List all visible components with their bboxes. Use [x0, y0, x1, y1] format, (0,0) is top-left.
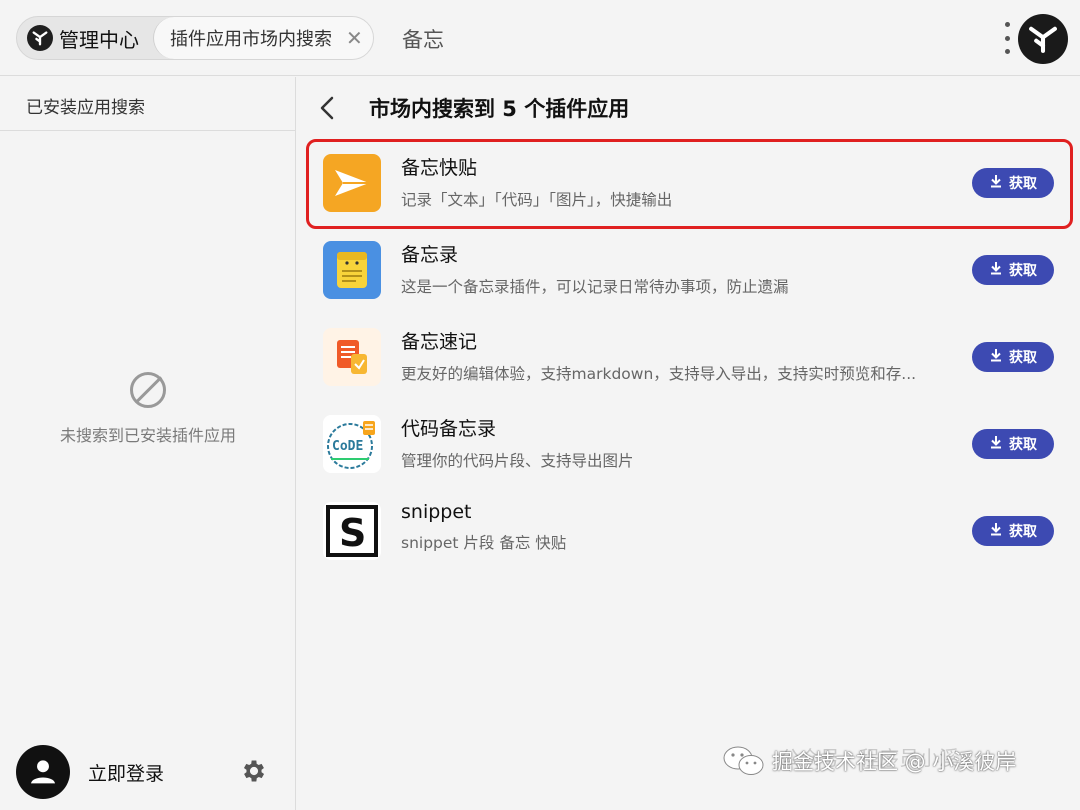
- get-button-label: 获取: [1009, 175, 1037, 192]
- item-name: 备忘录: [401, 244, 459, 266]
- get-button[interactable]: 获取: [972, 428, 1054, 459]
- item-name: snippet: [401, 501, 472, 523]
- get-button[interactable]: 获取: [972, 515, 1054, 546]
- back-arrow-icon[interactable]: [319, 93, 343, 123]
- item-name: 备忘快贴: [401, 157, 478, 179]
- sidebar: 已安装应用搜索 未搜索到已安装插件应用 立即登录: [0, 77, 296, 810]
- get-button[interactable]: 获取: [972, 254, 1054, 285]
- svg-text:S: S: [339, 511, 366, 555]
- notepad-icon: [323, 240, 381, 299]
- empty-message: 未搜索到已安装插件应用: [59, 426, 236, 445]
- item-desc: 管理你的代码片段、支持导出图片: [401, 452, 634, 470]
- results-list: 备忘快贴 记录「文本」「代码」「图片」，快捷输出 获取 备忘录 这是一个备忘录插…: [297, 139, 1080, 574]
- list-item[interactable]: CoDE 代码备忘录 管理你的代码片段、支持导出图片 获取: [297, 400, 1080, 487]
- top-bar: 管理中心 插件应用市场内搜索 ✕ 备忘: [0, 0, 1080, 76]
- watermark: 掘金技术社区 @ 小溪彼岸: [722, 744, 1016, 778]
- download-icon: [989, 522, 1003, 540]
- item-desc: 这是一个备忘录插件，可以记录日常待办事项，防止遗漏: [401, 278, 789, 296]
- breadcrumb-tab-label: 插件应用市场内搜索: [170, 29, 332, 50]
- item-texts: snippet snippet 片段 备忘 快贴: [401, 501, 566, 553]
- item-desc: 记录「文本」「代码」「图片」，快捷输出: [401, 191, 673, 209]
- get-button-label: 获取: [1009, 523, 1037, 540]
- notes-icon: [323, 327, 381, 386]
- get-button-label: 获取: [1009, 262, 1037, 279]
- item-texts: 备忘录 这是一个备忘录插件，可以记录日常待办事项，防止遗漏: [401, 240, 789, 297]
- svg-text:CoDE: CoDE: [332, 439, 363, 454]
- list-item[interactable]: 备忘速记 更友好的编辑体验，支持markdown，支持导入导出，支持实时预览和存…: [297, 313, 1080, 400]
- download-icon: [989, 261, 1003, 279]
- item-desc: 更友好的编辑体验，支持markdown，支持导入导出，支持实时预览和存...: [401, 365, 917, 383]
- item-desc: snippet 片段 备忘 快贴: [401, 534, 567, 552]
- paper-plane-icon: [323, 153, 381, 212]
- item-texts: 代码备忘录 管理你的代码片段、支持导出图片: [401, 414, 634, 471]
- results-title: 市场内搜索到 5 个插件应用: [369, 97, 630, 121]
- get-button[interactable]: 获取: [972, 167, 1054, 198]
- installed-search-input[interactable]: 已安装应用搜索: [0, 77, 295, 131]
- user-avatar-icon[interactable]: [16, 745, 70, 799]
- list-item[interactable]: S snippet snippet 片段 备忘 快贴 获取: [297, 487, 1080, 574]
- list-item[interactable]: 备忘录 这是一个备忘录插件，可以记录日常待办事项，防止遗漏 获取: [297, 226, 1080, 313]
- app-logo-button[interactable]: [1018, 14, 1068, 64]
- search-query[interactable]: 备忘: [402, 24, 444, 54]
- breadcrumb-tab[interactable]: 插件应用市场内搜索 ✕: [153, 17, 373, 59]
- get-button-label: 获取: [1009, 349, 1037, 366]
- close-icon[interactable]: ✕: [346, 26, 363, 50]
- main-panel: 市场内搜索到 5 个插件应用 备忘快贴 记录「文本」「代码」「图片」，快捷输出 …: [297, 77, 1080, 810]
- item-texts: 备忘速记 更友好的编辑体验，支持markdown，支持导入导出，支持实时预览和存…: [401, 327, 916, 384]
- wechat-icon: [722, 744, 766, 778]
- app-logo-icon: [27, 25, 53, 51]
- empty-state: 未搜索到已安装插件应用: [0, 372, 296, 446]
- main-header: 市场内搜索到 5 个插件应用: [297, 77, 1080, 139]
- no-results-icon: [130, 372, 166, 408]
- code-badge-icon: CoDE: [323, 414, 381, 473]
- item-name: 代码备忘录: [401, 418, 497, 440]
- get-button-label: 获取: [1009, 436, 1037, 453]
- download-icon: [989, 435, 1003, 453]
- login-area: 立即登录: [16, 745, 164, 799]
- list-item[interactable]: 备忘快贴 记录「文本」「代码」「图片」，快捷输出 获取: [297, 139, 1080, 226]
- download-icon: [989, 348, 1003, 366]
- gear-icon[interactable]: [240, 757, 270, 787]
- snippet-s-icon: S: [323, 501, 381, 560]
- get-button[interactable]: 获取: [972, 341, 1054, 372]
- more-menu-icon[interactable]: [1000, 22, 1014, 54]
- item-name: 备忘速记: [401, 331, 478, 353]
- login-button[interactable]: 立即登录: [88, 759, 164, 786]
- item-texts: 备忘快贴 记录「文本」「代码」「图片」，快捷输出: [401, 153, 672, 210]
- breadcrumb: 管理中心 插件应用市场内搜索 ✕: [16, 16, 374, 60]
- breadcrumb-home-label: 管理中心: [59, 27, 139, 52]
- download-icon: [989, 174, 1003, 192]
- watermark-text: 掘金技术社区 @ 小溪彼岸: [772, 750, 1017, 774]
- breadcrumb-home[interactable]: 管理中心: [17, 17, 153, 59]
